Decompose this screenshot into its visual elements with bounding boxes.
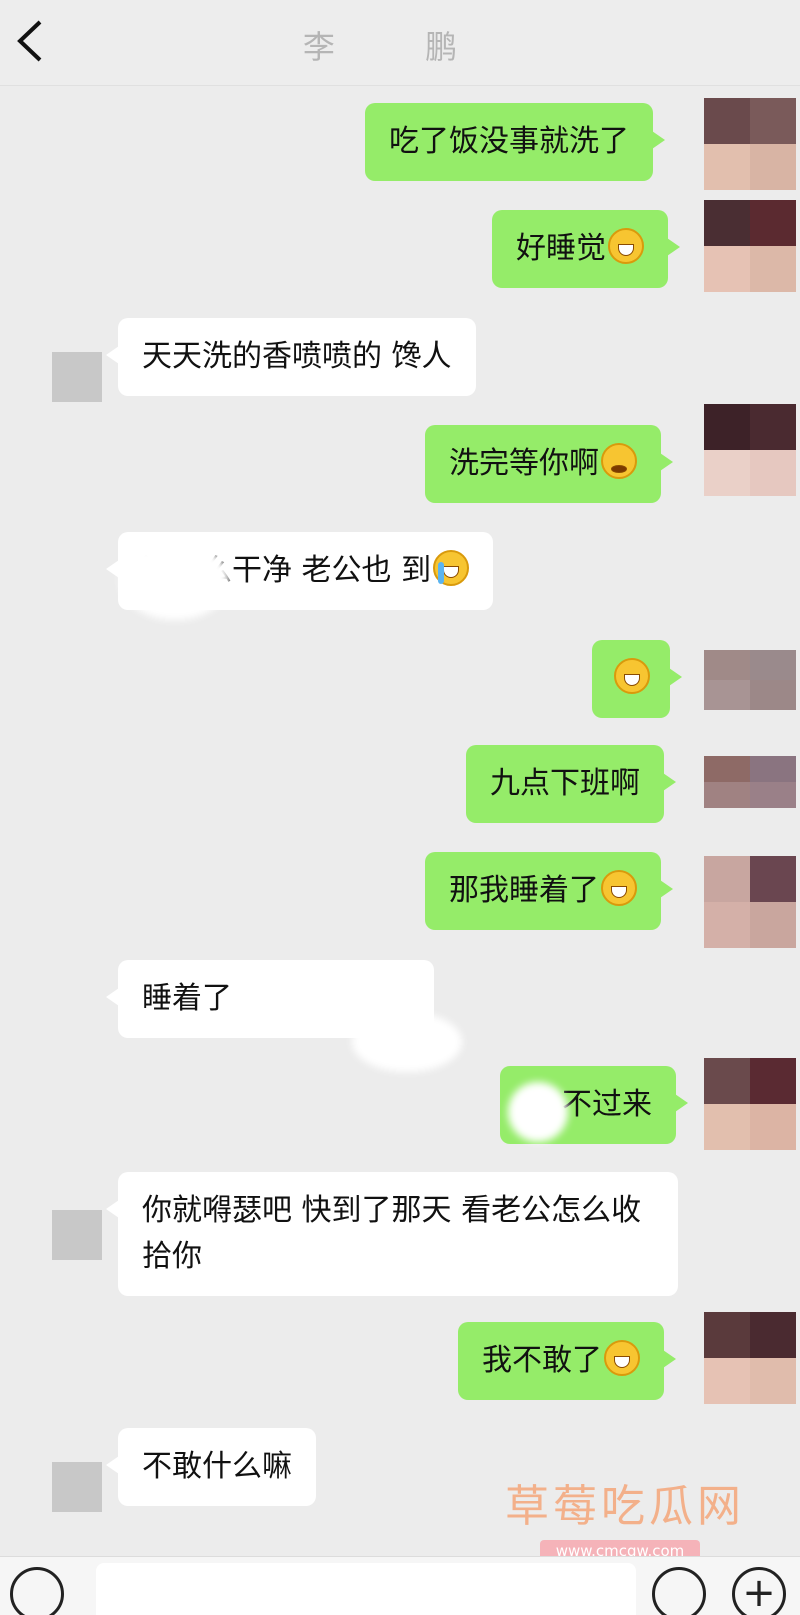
message-text: 洗完等你啊: [449, 446, 599, 481]
avatar[interactable]: [52, 1210, 102, 1260]
redaction-blob: [352, 1012, 462, 1072]
avatar[interactable]: [704, 756, 796, 808]
avatar[interactable]: [704, 856, 796, 948]
avatar[interactable]: [52, 1462, 102, 1512]
crying-emoji-icon: [433, 550, 470, 586]
plus-icon[interactable]: +: [732, 1567, 786, 1615]
redaction-blob: [508, 1082, 568, 1142]
message-text: 我不敢了: [482, 1343, 602, 1378]
thinking-emoji-icon: [601, 443, 637, 479]
message-text: 你就嘚瑟吧 快到了那天 看老公怎么收拾你: [142, 1193, 642, 1274]
avatar[interactable]: [704, 1058, 796, 1150]
message-bubble-outgoing[interactable]: 那我睡着了: [425, 852, 673, 930]
watermark-logo: 草莓吃瓜网: [505, 1481, 745, 1532]
message-text: 睡着了: [142, 981, 232, 1016]
avatar[interactable]: [704, 1312, 796, 1404]
message-bubble-incoming[interactable]: 天天洗的香喷喷的 馋人: [106, 318, 476, 396]
message-text: 吃了饭没事就洗了: [389, 124, 629, 159]
grin-emoji-icon: [604, 1340, 640, 1376]
chat-header: 李 鹏: [0, 0, 800, 86]
message-bubble-outgoing[interactable]: 我不敢了: [458, 1322, 676, 1400]
avatar[interactable]: [704, 404, 796, 496]
message-text: 九点下班啊: [490, 766, 640, 801]
facepalm-emoji-icon: [614, 658, 650, 694]
message-bubble-outgoing[interactable]: 吃了饭没事就洗了: [365, 103, 665, 181]
chat-title: 李 鹏: [302, 28, 498, 66]
input-bar: +: [0, 1556, 800, 1615]
message-bubble-outgoing[interactable]: 好睡觉: [492, 210, 680, 288]
message-text: 不过来: [562, 1087, 652, 1122]
smiley-icon[interactable]: [652, 1567, 706, 1615]
message-text: 天天洗的香喷喷的 馋人: [142, 339, 452, 374]
message-input[interactable]: [96, 1563, 636, 1615]
message-text: 那我睡着了: [449, 873, 599, 908]
message-bubble-outgoing[interactable]: 洗完等你啊: [425, 425, 673, 503]
redaction-blob: [120, 540, 230, 620]
message-bubble-incoming[interactable]: 不敢什么嘛: [106, 1428, 316, 1506]
message-bubble-outgoing[interactable]: 九点下班啊: [466, 745, 676, 823]
grin-emoji-icon: [601, 870, 637, 906]
message-text: 好睡觉: [516, 231, 606, 266]
avatar[interactable]: [52, 352, 102, 402]
message-bubble-incoming[interactable]: 你就嘚瑟吧 快到了那天 看老公怎么收拾你: [106, 1172, 678, 1296]
message-text: 不敢什么嘛: [142, 1449, 292, 1484]
message-bubble-outgoing[interactable]: [592, 640, 682, 718]
avatar[interactable]: [704, 650, 796, 710]
voice-icon[interactable]: [10, 1567, 64, 1615]
avatar[interactable]: [704, 98, 796, 190]
avatar[interactable]: [704, 200, 796, 292]
grin-emoji-icon: [608, 228, 644, 264]
